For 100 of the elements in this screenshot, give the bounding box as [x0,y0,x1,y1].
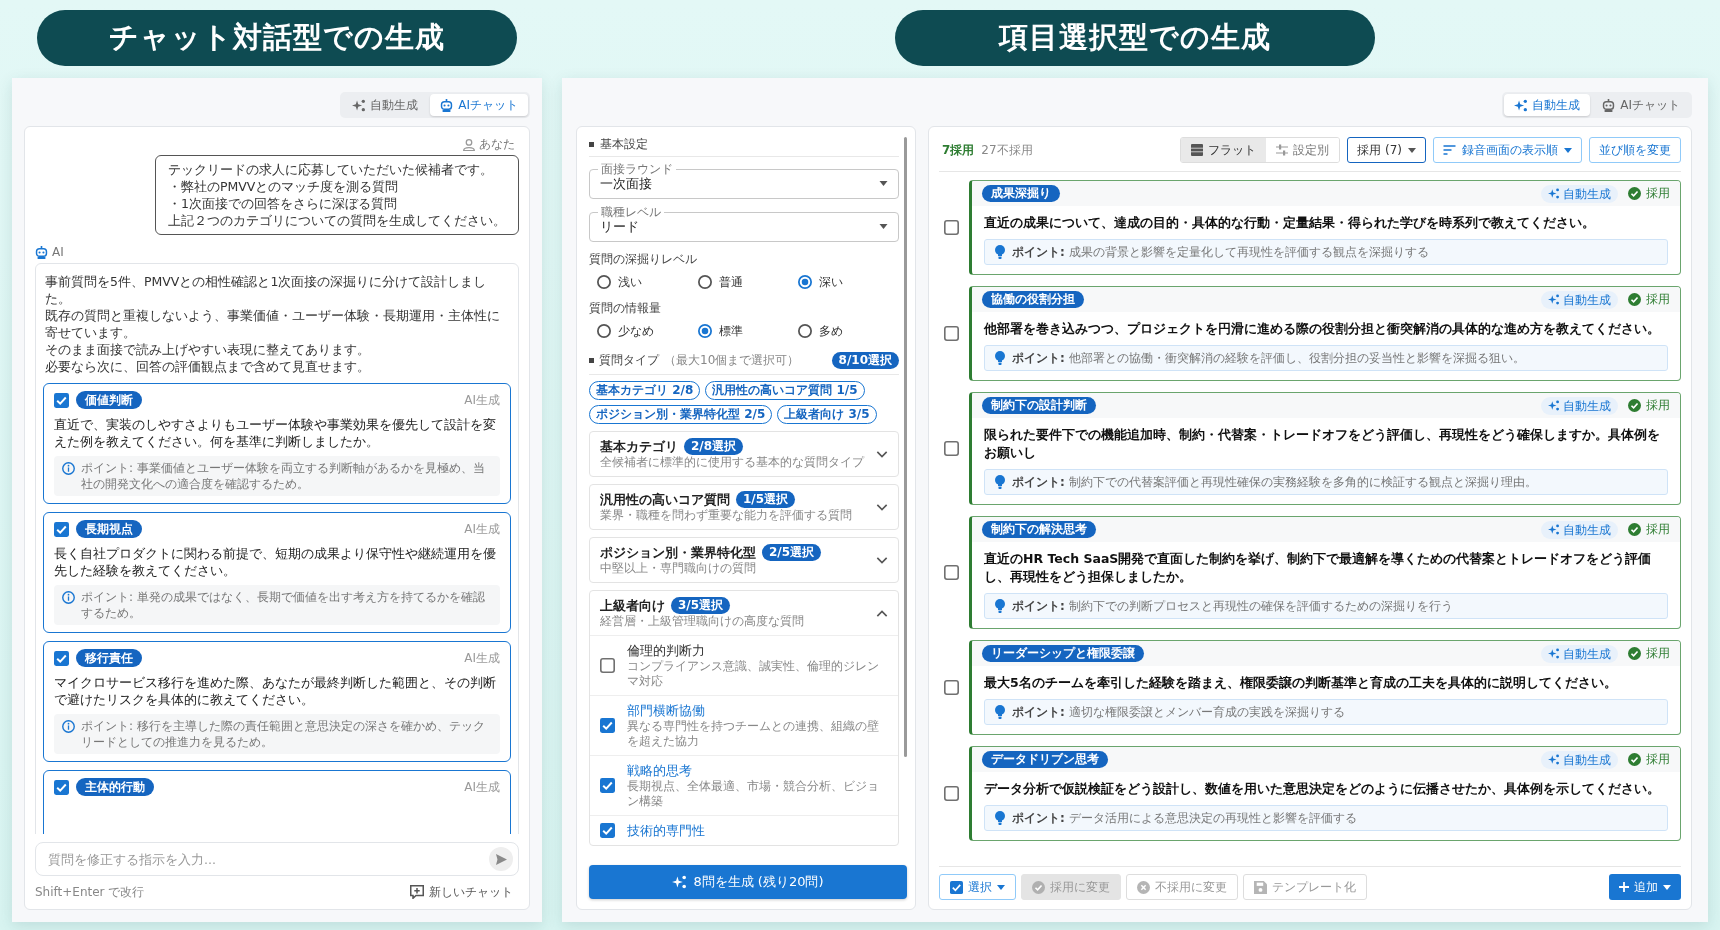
chevron-icon[interactable] [876,503,888,511]
radio-label: 多め [819,322,844,340]
category-title: 基本カテゴリ [600,438,678,455]
question-text: 直近で、実装のしやすさよりもユーザー体験や事業効果を優先して設計を変えた例を教えてください。何を基準に判断しましたか。 [54,416,497,450]
sender-label: あなた [479,137,515,152]
question-text: 限られた要件下での機能追加時、制約・代替案・トレードオフをどう評価し、再現性をどう確保しますか。具体例をお願いし [984,426,1661,462]
radio-button[interactable] [697,275,712,289]
source-label: 自動生成 [1563,521,1611,539]
hint-text: ポイント: 成果の背景と影響を定量化して再現性を評価する観点を深掘りする [1012,244,1429,260]
mode-tab[interactable]: 自動生成 [1504,94,1591,116]
source-label: AI生成 [464,778,500,796]
scrollbar-thumb[interactable] [904,137,907,757]
source-label: 自動生成 [1563,397,1611,415]
section-heading: チャット対話型での生成 [37,10,517,66]
filter-dropdown[interactable]: 採用 (7) [1347,137,1426,163]
sort-dropdown[interactable]: 録音画面の表示順 [1433,137,1582,163]
shortcut-hint: Shift+Enter で改行 [35,883,145,901]
chevron-icon[interactable] [876,609,888,617]
mode-tab[interactable]: AIチャット [430,94,528,116]
checkbox[interactable] [54,779,69,795]
radio-button[interactable] [597,324,611,338]
rejected-count: 27不採用 [981,141,1033,159]
caret-icon [997,884,1005,890]
source-label: 自動生成 [1563,645,1611,663]
radio-button[interactable] [597,275,611,289]
radio-label: 標準 [718,322,743,340]
info-icon [62,719,75,733]
question-text: 長く自社プロダクトに関わる前提で、短期の成果より保守性や継続運用を優先した経験を教えてください。 [54,545,497,579]
section-heading: 項目選択型での生成 [895,10,1375,66]
caret-icon [879,224,888,229]
checkbox[interactable] [944,565,959,580]
chevron-icon[interactable] [876,556,888,564]
category-tag: 制約下の設計判断 [982,397,1096,414]
checkbox[interactable] [600,718,615,733]
table-icon [1191,144,1204,156]
source-label: 自動生成 [1563,185,1611,203]
checkbox[interactable] [944,326,959,341]
square-bullet-icon [589,142,594,147]
option-name: 技術的専門性 [627,822,706,839]
action-button[interactable]: 選択 [939,874,1016,900]
category-description: 業界・職種を問わず重要な能力を評価する質問 [600,508,853,523]
mode-tab[interactable]: AIチャット [1592,94,1690,116]
message-input[interactable]: 質問を修正する指示を入力... [35,842,519,876]
plus-icon [1619,882,1629,892]
check-circle-icon [1628,753,1641,766]
send-icon [495,853,507,865]
hint-text: ポイント: 事業価値とユーザー体験を両立する判断軸があるかを見極め、当社の開発文化への適合度を確認するため。 [81,460,486,492]
lightbulb-icon [995,245,1005,259]
radio-button[interactable] [798,275,813,289]
message-line: 上記２つのカテゴリについての質問を生成してください。 [168,212,506,229]
lightbulb-icon [995,599,1005,613]
checkbox[interactable] [944,220,959,235]
checkbox[interactable] [600,658,615,673]
sender-label: AI [52,245,64,260]
robot-icon [1602,98,1616,112]
sparkle-icon [1548,294,1559,305]
checkbox[interactable] [600,823,615,838]
lightbulb-icon [995,351,1005,365]
checkbox[interactable] [600,778,615,793]
dropdown-field[interactable]: 職種レベル リード [589,206,899,242]
group-label: 質問の情報量 [589,300,662,316]
checkbox[interactable] [54,521,69,537]
radio-button[interactable] [697,324,712,338]
category-tag: リーダーシップと権限委譲 [982,645,1144,662]
count-badge: 2/8選択 [684,438,744,455]
option-description: 長期視点、全体最適、市場・競合分析、ビジョン構築 [627,779,880,809]
mode-tab[interactable]: 自動生成 [342,94,429,116]
option-name: 戦略的思考 [627,762,693,779]
check-circle-icon [1628,187,1641,200]
checkbox[interactable] [944,786,959,801]
message-line: テックリードの求人に応募していただいた候補者です。 [168,161,494,178]
sparkle-icon [1548,524,1559,535]
new-chat-button[interactable]: 新しいチャット [410,883,513,901]
caret-icon [879,181,888,186]
field-value: リード [600,218,640,235]
checkbox[interactable] [944,680,959,695]
category-title: 上級者向け [600,597,665,614]
chevron-icon[interactable] [876,450,888,458]
message-line: そのまま面接で読み上げやすい表現に整えてあります。 [45,341,371,358]
status-label: 採用 [1646,185,1670,202]
generate-button[interactable]: 8問を生成 (残り20問) [589,865,907,899]
add-button[interactable]: 追加 [1609,874,1681,900]
hint-text: ポイント: データ活用による意思決定の再現性と影響を評価する [1012,810,1357,826]
checkbox[interactable] [944,441,959,456]
dropdown-field[interactable]: 面接ラウンド 一次面接 [589,163,899,199]
hint-text: ポイント: 単発の成果ではなく、長期で価値を出す考え方を持てるかを確認するため。 [81,589,486,621]
reorder-button[interactable]: 並び順を変更 [1589,137,1681,163]
radio-button[interactable] [798,324,813,338]
view-tab[interactable]: フラット [1181,138,1267,162]
checkbox[interactable] [54,392,69,408]
category-tag: 成果深掘り [982,185,1060,202]
lightbulb-icon [995,705,1005,719]
message-line: ・1次面接での回答をさらに深ぼる質問 [168,195,398,212]
field-label: 面接ラウンド [600,163,674,175]
question-text: 他部署を巻き込みつつ、プロジェクトを円滑に進める際の役割分担と衝突解消の具体的な進め方を教えてください。 [984,320,1661,338]
checkbox[interactable] [54,650,69,666]
radio-label: 浅い [618,273,642,291]
sort-icon [1443,145,1456,155]
message-line: 既存の質問と重複しないよう、事業価値・ユーザー体験・長期運用・主体性に寄せています。 [45,307,501,341]
check-circle-icon [1628,293,1641,306]
